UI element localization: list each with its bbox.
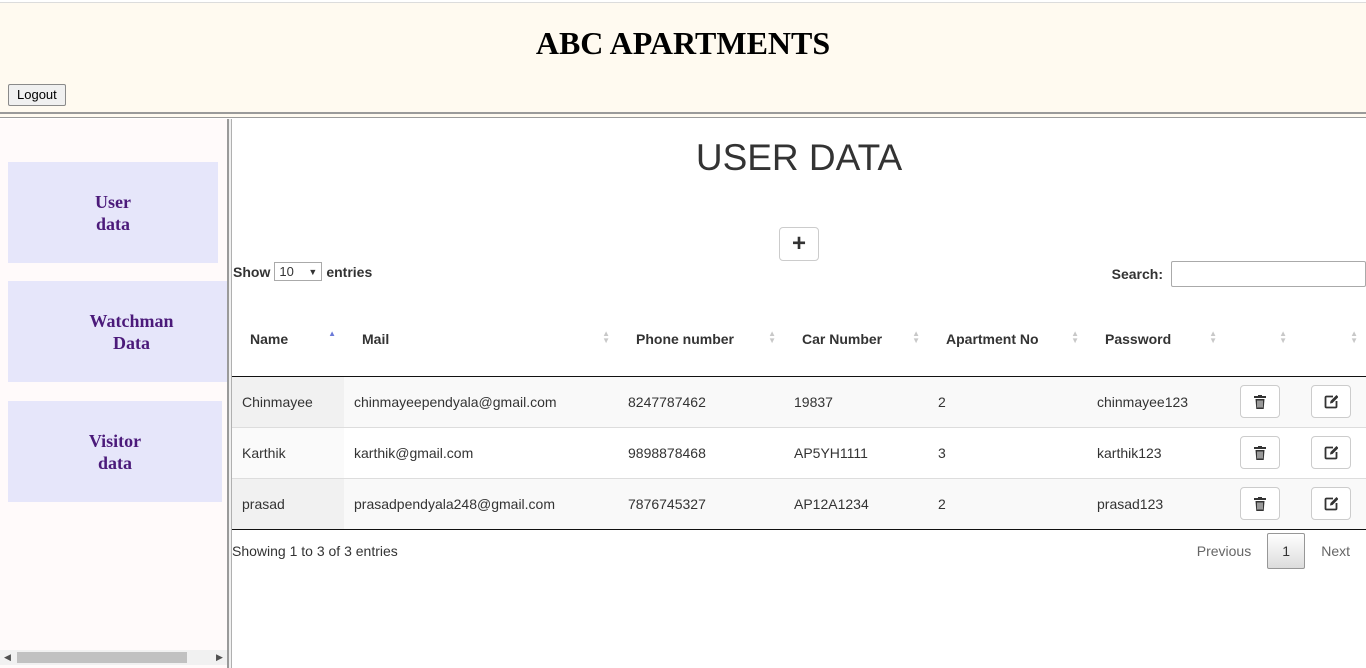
entries-label: entries	[326, 263, 373, 280]
column-header-mail[interactable]: Mail ▲ ▼	[344, 302, 618, 377]
plus-icon: +	[791, 230, 806, 257]
edit-button[interactable]	[1310, 487, 1351, 520]
table-info: Showing 1 to 3 of 3 entries	[232, 543, 398, 559]
sort-ascending-icon: ▲	[328, 329, 336, 338]
column-header-name[interactable]: Name ▲	[232, 302, 344, 377]
sidebar-item-label: Data	[112, 332, 150, 353]
edit-button[interactable]	[1310, 385, 1351, 418]
page-header: ABC APARTMENTS Logout	[0, 2, 1366, 112]
search-control: Search:	[1112, 261, 1366, 287]
previous-page-button[interactable]: Previous	[1181, 533, 1267, 569]
cell-edit	[1295, 376, 1366, 428]
cell-edit	[1295, 478, 1366, 530]
site-title: ABC APARTMENTS	[535, 25, 831, 61]
cell-delete	[1225, 427, 1295, 479]
edit-icon	[1324, 445, 1338, 459]
scrollbar-thumb[interactable]	[17, 652, 187, 663]
sort-icon: ▲ ▼	[912, 329, 920, 345]
sort-icon: ▲ ▼	[1279, 329, 1287, 345]
cell-car-number: AP12A1234	[784, 478, 928, 530]
column-header-label: Apartment No	[946, 330, 1039, 347]
cell-phone: 9898878468	[618, 427, 784, 479]
pagination: Previous 1 Next	[1181, 533, 1366, 569]
trash-icon	[1254, 394, 1266, 409]
table-header-row: Name ▲ Mail ▲ ▼ Phone number ▲ ▼ Car Number ▲ ▼…	[232, 302, 1366, 377]
table-row: Chinmayee chinmayeependyala@gmail.com 82…	[232, 376, 1366, 428]
table-row: Karthik karthik@gmail.com 9898878468 AP5…	[232, 427, 1366, 479]
cell-edit	[1295, 427, 1366, 479]
column-header-car-number[interactable]: Car Number ▲ ▼	[784, 302, 928, 377]
page-length-select[interactable]: 10 ▼	[274, 262, 323, 281]
sort-icon: ▲ ▼	[768, 329, 776, 345]
scroll-left-icon[interactable]: ◀	[0, 650, 15, 665]
sidebar-item-label: Visitor	[88, 430, 142, 451]
sidebar-item-user-data[interactable]: User data	[8, 162, 218, 263]
column-header-label: Mail	[362, 330, 390, 347]
cell-mail: prasadpendyala248@gmail.com	[344, 478, 618, 530]
page-length-control: Show 10 ▼ entries	[233, 262, 372, 281]
column-header-label: Password	[1105, 330, 1172, 347]
cell-delete	[1225, 376, 1295, 428]
chevron-down-icon: ▼	[308, 266, 318, 277]
sidebar-item-label: Watchman	[89, 310, 174, 331]
cell-delete	[1225, 478, 1295, 530]
sidebar-item-watchman-data[interactable]: Watchman Data	[8, 281, 255, 382]
column-header-apartment-no[interactable]: Apartment No ▲ ▼	[928, 302, 1087, 377]
page-button-current[interactable]: 1	[1267, 533, 1306, 569]
cell-password: prasad123	[1087, 478, 1225, 530]
column-header-delete[interactable]: ▲ ▼	[1225, 302, 1295, 377]
logout-button[interactable]: Logout	[8, 84, 66, 106]
cell-password: chinmayee123	[1087, 376, 1225, 428]
page-title: USER DATA	[695, 137, 903, 178]
sidebar-item-label: data	[97, 452, 132, 473]
edit-icon	[1324, 496, 1338, 510]
cell-name: prasad	[232, 478, 344, 530]
cell-mail: chinmayeependyala@gmail.com	[344, 376, 618, 428]
cell-apartment-no: 2	[928, 376, 1087, 428]
column-header-label: Car Number	[802, 330, 883, 347]
cell-apartment-no: 2	[928, 478, 1087, 530]
sort-icon: ▲ ▼	[602, 329, 610, 345]
sidebar-item-label: User	[95, 191, 131, 212]
search-input[interactable]	[1171, 261, 1366, 287]
header-divider	[0, 112, 1366, 118]
cell-car-number: AP5YH1111	[784, 427, 928, 479]
sidebar-item-visitor-data[interactable]: Visitor data	[8, 401, 222, 502]
main-content: USER DATA + Show 10 ▼ entries Search: Na…	[232, 119, 1366, 668]
cell-phone: 8247787462	[618, 376, 784, 428]
sidebar: User data Watchman Data Visitor data ◀ ▶	[0, 119, 255, 668]
column-header-phone[interactable]: Phone number ▲ ▼	[618, 302, 784, 377]
cell-apartment-no: 3	[928, 427, 1087, 479]
add-user-button[interactable]: +	[779, 227, 819, 261]
column-header-edit[interactable]: ▲ ▼	[1295, 302, 1366, 377]
show-label: Show	[233, 263, 271, 280]
search-label: Search:	[1111, 266, 1163, 282]
next-page-button[interactable]: Next	[1305, 533, 1366, 569]
sidebar-item-label: data	[95, 213, 130, 234]
column-header-label: Phone number	[636, 330, 735, 347]
edit-icon	[1324, 394, 1338, 408]
trash-icon	[1254, 496, 1266, 511]
sort-icon: ▲ ▼	[1209, 329, 1217, 345]
table-row: prasad prasadpendyala248@gmail.com 78767…	[232, 478, 1366, 530]
delete-button[interactable]	[1240, 487, 1280, 520]
sort-icon: ▲ ▼	[1071, 329, 1079, 345]
cell-phone: 7876745327	[618, 478, 784, 530]
column-header-password[interactable]: Password ▲ ▼	[1087, 302, 1225, 377]
delete-button[interactable]	[1240, 385, 1280, 418]
trash-icon	[1254, 445, 1266, 460]
cell-password: karthik123	[1087, 427, 1225, 479]
delete-button[interactable]	[1240, 436, 1280, 469]
sort-icon: ▲ ▼	[1350, 329, 1358, 345]
cell-car-number: 19837	[784, 376, 928, 428]
cell-mail: karthik@gmail.com	[344, 427, 618, 479]
page-length-value: 10	[279, 264, 294, 279]
cell-name: Karthik	[232, 427, 344, 479]
user-data-table: Name ▲ Mail ▲ ▼ Phone number ▲ ▼ Car Number ▲ ▼…	[232, 302, 1366, 530]
column-header-label: Name	[250, 330, 289, 347]
sidebar-horizontal-scrollbar[interactable]: ◀ ▶	[0, 650, 227, 665]
cell-name: Chinmayee	[232, 376, 344, 428]
edit-button[interactable]	[1310, 436, 1351, 469]
scroll-right-icon[interactable]: ▶	[212, 650, 227, 665]
